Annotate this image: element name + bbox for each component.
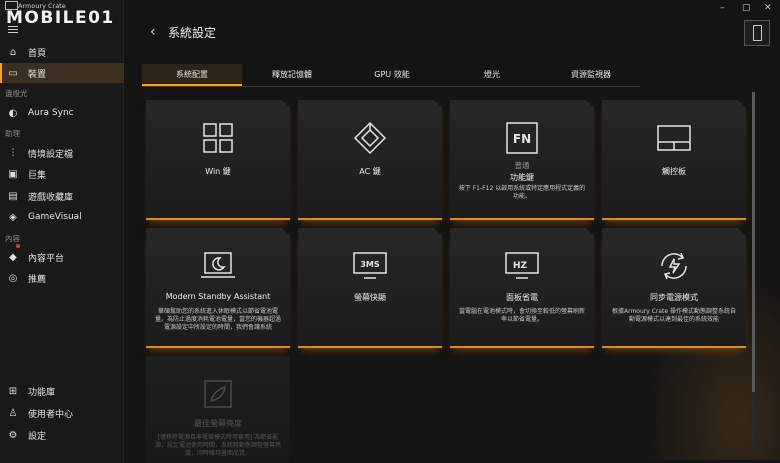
overdrive-icon: 3MS bbox=[350, 246, 390, 286]
macro-icon: ▣ bbox=[8, 168, 18, 180]
sync-power-icon bbox=[654, 246, 694, 286]
card-ac-key[interactable]: AC 鍵 bbox=[298, 100, 442, 220]
home-icon: ⌂ bbox=[9, 46, 17, 58]
sidebar-item-label: Aura Sync bbox=[28, 108, 74, 118]
card-title: 觸控板 bbox=[662, 167, 686, 176]
sidebar-section-lighting: 邊燈光 bbox=[5, 89, 28, 98]
card-touchpad[interactable]: 觸控板 bbox=[602, 100, 746, 220]
ac-key-icon bbox=[350, 118, 390, 158]
card-sync-power-mode[interactable]: 同步電源模式 根據Armoury Crate 操作模式動態調整系統自動電源模式以… bbox=[602, 228, 746, 348]
sidebar-item-label: 巨集 bbox=[28, 170, 47, 181]
library-icon: ▤ bbox=[8, 190, 18, 202]
page-title: 系統設定 bbox=[168, 26, 217, 40]
card-description: 按下 F1-F12 以啟用系統或特定應用程式定義的功能。 bbox=[458, 185, 586, 200]
card-win-key[interactable]: Win 鍵 bbox=[146, 100, 290, 220]
minimize-button[interactable]: – bbox=[720, 3, 725, 13]
sidebar-section-content: 內容 bbox=[5, 234, 20, 243]
scrollbar-thumb[interactable] bbox=[752, 92, 755, 392]
touchpad-icon bbox=[654, 118, 694, 158]
card-title: 面板省電 bbox=[506, 293, 538, 302]
aura-icon: ◐ bbox=[8, 107, 18, 119]
sidebar-item-label: 功能庫 bbox=[28, 387, 56, 398]
sidebar-item-label: 設定 bbox=[28, 431, 47, 442]
watermark-logo: MOBILE01 bbox=[6, 8, 115, 28]
phone-icon[interactable] bbox=[744, 20, 770, 46]
sidebar-header: Armoury Crate MOBILE01 bbox=[0, 0, 123, 30]
sidebar-item-label: 情境設定檔 bbox=[28, 149, 74, 160]
card-modern-standby[interactable]: Modern Standby Assistant 華碩幫助您的系統進入休眠模式以… bbox=[146, 228, 290, 348]
card-description: 根據Armoury Crate 操作模式動態調整系統自動電源模式以達到最佳的系統… bbox=[612, 308, 736, 323]
tab-gpu-performance[interactable]: GPU 效能 bbox=[342, 64, 442, 84]
sidebar-item-label: 使用者中心 bbox=[28, 409, 74, 420]
card-title: 同步電源模式 bbox=[650, 293, 698, 302]
sidebar-item-feature-library[interactable]: ⊞ 功能庫 bbox=[0, 381, 123, 401]
panel-icon-text: HZ bbox=[513, 261, 528, 271]
card-title: AC 鍵 bbox=[359, 167, 381, 176]
tab-system-config[interactable]: 系統配置 bbox=[142, 64, 242, 86]
sidebar-item-user-center[interactable]: ♙ 使用者中心 bbox=[0, 403, 123, 423]
sidebar-item-home[interactable]: ⌂ 首頁 bbox=[0, 42, 123, 62]
sidebar-item-label: GameVisual bbox=[28, 212, 82, 222]
card-optimal-brightness: 最佳螢幕亮度 [僅移除電源且非電競模式時可套用] 為節省能源，設定電池使用時間，… bbox=[146, 356, 290, 463]
standby-icon bbox=[198, 246, 238, 286]
sliders-icon: ⫶ bbox=[11, 147, 15, 159]
card-title: 螢幕快顯 bbox=[354, 293, 386, 302]
svg-text:FN: FN bbox=[513, 132, 531, 146]
card-subtitle: 普通 bbox=[514, 161, 530, 170]
back-button[interactable]: ‹ bbox=[150, 24, 156, 40]
sidebar-item-gamevisual[interactable]: ◈ GameVisual bbox=[0, 207, 123, 227]
settings-icon: ⚙ bbox=[8, 429, 18, 441]
sidebar-item-label: 推薦 bbox=[28, 274, 47, 285]
sidebar-section-assistant: 助理 bbox=[5, 129, 20, 138]
sidebar-item-game-library[interactable]: ▤ 遊戲收藏庫 bbox=[0, 186, 123, 206]
user-center-icon: ♙ bbox=[8, 407, 18, 419]
card-title: 功能鍵 bbox=[510, 173, 534, 182]
card-description: [僅移除電源且非電競模式時可套用] 為節省能源，設定電池使用時間，系統將動態調整… bbox=[154, 434, 281, 457]
sidebar-item-device[interactable]: ▭ 裝置 bbox=[0, 63, 125, 83]
card-title: 最佳螢幕亮度 bbox=[194, 419, 242, 428]
brightness-icon bbox=[198, 374, 238, 414]
maximize-button[interactable]: ▢ bbox=[742, 3, 751, 13]
card-panel-power-saver[interactable]: HZ 面板省電 當電腦在電池模式時，會切換至較低的螢幕刷新率以節省電量。 bbox=[450, 228, 594, 348]
card-title: Modern Standby Assistant bbox=[165, 292, 271, 301]
sidebar-item-label: 首頁 bbox=[28, 48, 47, 59]
sidebar-item-recommend[interactable]: ◎ 推薦 bbox=[0, 268, 123, 288]
sidebar-item-macro[interactable]: ▣ 巨集 bbox=[0, 164, 123, 184]
sidebar-item-settings[interactable]: ⚙ 設定 bbox=[0, 425, 123, 445]
gamevisual-icon: ◈ bbox=[9, 211, 17, 223]
card-fn-key[interactable]: FN 普通 功能鍵 按下 F1-F12 以啟用系統或特定應用程式定義的功能。 bbox=[450, 100, 594, 220]
card-description: 當電腦在電池模式時，會切換至較低的螢幕刷新率以節省電量。 bbox=[458, 308, 585, 323]
tab-lighting[interactable]: 燈光 bbox=[442, 64, 542, 84]
content-icon: ◆ bbox=[9, 251, 17, 263]
sidebar-item-aura-sync[interactable]: ◐ Aura Sync bbox=[0, 103, 123, 123]
sidebar-item-content-platform[interactable]: ◆ 內容平台 bbox=[0, 247, 123, 267]
card-title: Win 鍵 bbox=[205, 167, 231, 176]
recommend-icon: ◎ bbox=[8, 272, 18, 284]
sidebar-item-label: 內容平台 bbox=[28, 253, 65, 264]
sidebar-item-label: 裝置 bbox=[28, 69, 47, 80]
sidebar-item-profiles[interactable]: ⫶ 情境設定檔 bbox=[0, 143, 123, 163]
fn-key-icon: FN bbox=[502, 118, 542, 158]
device-icon: ▭ bbox=[8, 67, 18, 79]
tab-free-memory[interactable]: 釋放記憶體 bbox=[242, 64, 342, 84]
overdrive-icon-text: 3MS bbox=[360, 260, 380, 269]
windows-key-icon bbox=[198, 118, 238, 158]
card-description: 華碩幫助您的系統進入休眠模式以節省電池電量。為防止過度消耗電池電量，當您的機器超… bbox=[154, 308, 281, 331]
close-button[interactable]: ✕ bbox=[764, 3, 772, 13]
sidebar: Armoury Crate MOBILE01 ⌂ 首頁 ▭ 裝置 邊燈光 ◐ A… bbox=[0, 0, 125, 463]
menu-icon[interactable] bbox=[8, 26, 18, 34]
tab-bar: 系統配置 釋放記憶體 GPU 效能 燈光 資源監視器 bbox=[142, 64, 640, 87]
feature-library-icon: ⊞ bbox=[8, 385, 18, 397]
sidebar-item-label: 遊戲收藏庫 bbox=[28, 192, 74, 203]
panel-power-saver-icon: HZ bbox=[502, 246, 542, 286]
tab-resource-monitor[interactable]: 資源監視器 bbox=[542, 64, 640, 84]
card-overdrive[interactable]: 3MS 螢幕快顯 bbox=[298, 228, 442, 348]
